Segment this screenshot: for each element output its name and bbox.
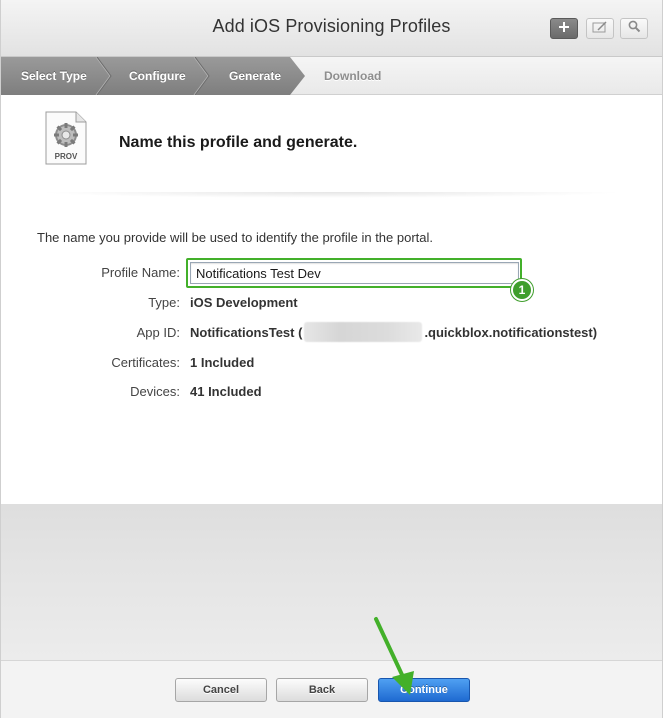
search-icon (628, 20, 641, 38)
certificates-label: Certificates: (111, 355, 180, 370)
title-bar: Add iOS Provisioning Profiles (0, 0, 663, 57)
arrow-annotation (366, 615, 426, 700)
back-button[interactable]: Back (276, 678, 368, 702)
profile-name-label: Profile Name: (101, 265, 180, 280)
type-value: iOS Development (190, 295, 298, 310)
description-text: The name you provide will be used to ide… (37, 230, 434, 245)
step-configure: Configure (129, 69, 186, 83)
devices-label: Devices: (130, 384, 180, 399)
step-select-type: Select Type (21, 69, 87, 83)
app-id-value: NotificationsTest ( .quickblox.notificat… (190, 322, 597, 342)
app-id-prefix: NotificationsTest ( (190, 324, 303, 340)
file-icon-label: PROV (55, 152, 78, 161)
page-heading: Name this profile and generate. (119, 134, 358, 151)
certificates-value: 1 Included (190, 355, 255, 370)
search-button[interactable] (620, 18, 648, 39)
annotation-badge: 1 (511, 279, 533, 301)
add-button[interactable] (550, 18, 578, 39)
plus-icon (558, 20, 570, 38)
type-label: Type: (148, 295, 180, 310)
app-id-suffix: .quickblox.notificationstest) (424, 324, 598, 340)
provisioning-file-icon: PROV (44, 111, 88, 170)
edit-icon (592, 20, 608, 38)
lower-panel (0, 504, 663, 660)
cancel-button[interactable]: Cancel (175, 678, 267, 702)
step-download: Download (324, 69, 382, 83)
divider (36, 192, 626, 198)
step-generate: Generate (229, 69, 282, 83)
profile-name-input[interactable] (190, 262, 519, 284)
app-id-label: App ID: (136, 325, 180, 340)
steps-bar: Select Type Configure Generate Download (0, 57, 663, 95)
edit-button[interactable] (586, 18, 614, 39)
devices-value: 41 Included (190, 384, 262, 399)
redacted-team-id (304, 322, 423, 342)
